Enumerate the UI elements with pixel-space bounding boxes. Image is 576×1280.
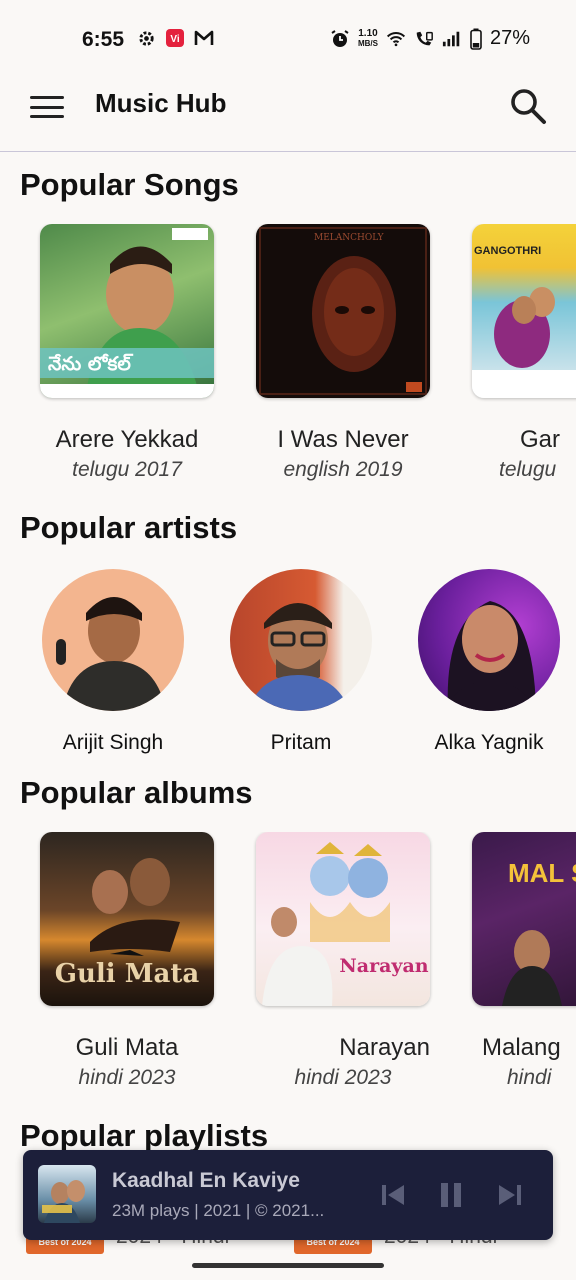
artist-card[interactable]: Arijit Singh: [33, 569, 193, 755]
settings-gear-icon: [136, 28, 156, 48]
network-speed: 1.10 MB/S: [357, 27, 378, 48]
album-cover: Narayan: [256, 832, 430, 1006]
now-playing-artwork: [38, 1165, 96, 1223]
artist-avatar: [42, 569, 184, 711]
next-track-icon[interactable]: [495, 1182, 523, 1208]
vi-app-icon: Vi: [165, 28, 185, 48]
wifi-calling-icon: [414, 29, 434, 49]
artist-card[interactable]: Pritam: [221, 569, 381, 755]
pause-icon[interactable]: [437, 1182, 465, 1208]
song-cover: GANGOTHRI: [472, 224, 576, 398]
album-card[interactable]: Guli Mata Guli Mata hindi 2023: [40, 832, 214, 1090]
album-cover-text: Narayan: [339, 955, 428, 977]
artists-row[interactable]: Arijit Singh Pritam Alka Yagnik: [0, 569, 576, 769]
section-title-songs: Popular Songs: [20, 167, 239, 202]
song-cover: MELANCHOLY: [256, 224, 430, 398]
status-time: 6:55: [82, 28, 125, 51]
album-card[interactable]: MAL SA Malang hindi: [472, 832, 576, 1090]
album-subtitle: hindi 2023: [78, 1066, 176, 1089]
section-title-albums: Popular albums: [20, 775, 253, 810]
wifi-icon: [386, 29, 406, 49]
albums-row[interactable]: Guli Mata Guli Mata hindi 2023 Narayan N…: [0, 832, 576, 1092]
song-cover: నేను లోకల్: [40, 224, 214, 398]
album-card[interactable]: Narayan Narayan hindi 2023: [256, 832, 430, 1090]
song-card[interactable]: GANGOTHRI Gar telugu: [472, 224, 576, 482]
songs-row[interactable]: నేను లోకల్ Arere Yekkad telugu 2017 MELA…: [0, 224, 576, 484]
artist-avatar: [230, 569, 372, 711]
signal-icon: [442, 29, 462, 49]
mini-player[interactable]: Kaadhal En Kaviye 23M plays | 2021 | © 2…: [23, 1150, 553, 1240]
menu-icon[interactable]: [30, 94, 64, 120]
song-subtitle: english 2019: [283, 458, 403, 481]
artist-name: Arijit Singh: [62, 731, 164, 754]
svg-text:Vi: Vi: [170, 34, 179, 45]
section-title-artists: Popular artists: [20, 510, 238, 545]
previous-track-icon[interactable]: [380, 1182, 408, 1208]
now-playing-title: Kaadhal En Kaviye: [112, 1169, 300, 1192]
song-cover-text: GANGOTHRI: [474, 245, 541, 257]
album-cover: Guli Mata: [40, 832, 214, 1006]
album-title: Narayan: [339, 1034, 430, 1061]
artist-card[interactable]: Alka Yagnik: [409, 569, 569, 755]
song-title: Gar: [520, 426, 561, 453]
song-subtitle: telugu 2017: [72, 458, 182, 481]
song-card[interactable]: నేను లోకల్ Arere Yekkad telugu 2017: [40, 224, 214, 482]
song-subtitle: telugu: [499, 458, 557, 481]
album-title: Guli Mata: [75, 1034, 179, 1061]
section-title-playlists: Popular playlists: [20, 1118, 269, 1153]
search-icon[interactable]: [508, 86, 548, 126]
now-playing-subtitle: 23M plays | 2021 | © 2021...: [112, 1201, 325, 1220]
alarm-icon: [330, 29, 350, 49]
song-title: Arere Yekkad: [55, 426, 199, 453]
album-cover-text: MAL SA: [508, 858, 576, 888]
song-cover-text: నేను లోకల్: [48, 353, 133, 375]
album-subtitle: hindi 2023: [294, 1066, 392, 1089]
album-cover: MAL SA: [472, 832, 576, 1006]
album-subtitle: hindi: [507, 1066, 552, 1089]
song-cover-text: MELANCHOLY: [314, 233, 385, 243]
artist-name: Pritam: [270, 731, 332, 754]
album-title: Malang: [482, 1034, 561, 1061]
gmail-icon: [194, 28, 214, 48]
artist-name: Alka Yagnik: [434, 731, 544, 754]
song-title: I Was Never: [277, 426, 409, 453]
album-cover-text: Guli Mata: [55, 959, 200, 989]
status-bar: 6:55 Vi 1.10 MB/S 27%: [0, 0, 576, 78]
battery-icon: [470, 28, 482, 50]
home-indicator[interactable]: [192, 1263, 384, 1268]
app-bar: Music Hub: [0, 78, 576, 152]
song-card[interactable]: MELANCHOLY I Was Never english 2019: [256, 224, 430, 482]
app-title: Music Hub: [95, 88, 227, 118]
battery-percent: 27%: [489, 27, 530, 49]
artist-avatar: [418, 569, 560, 711]
